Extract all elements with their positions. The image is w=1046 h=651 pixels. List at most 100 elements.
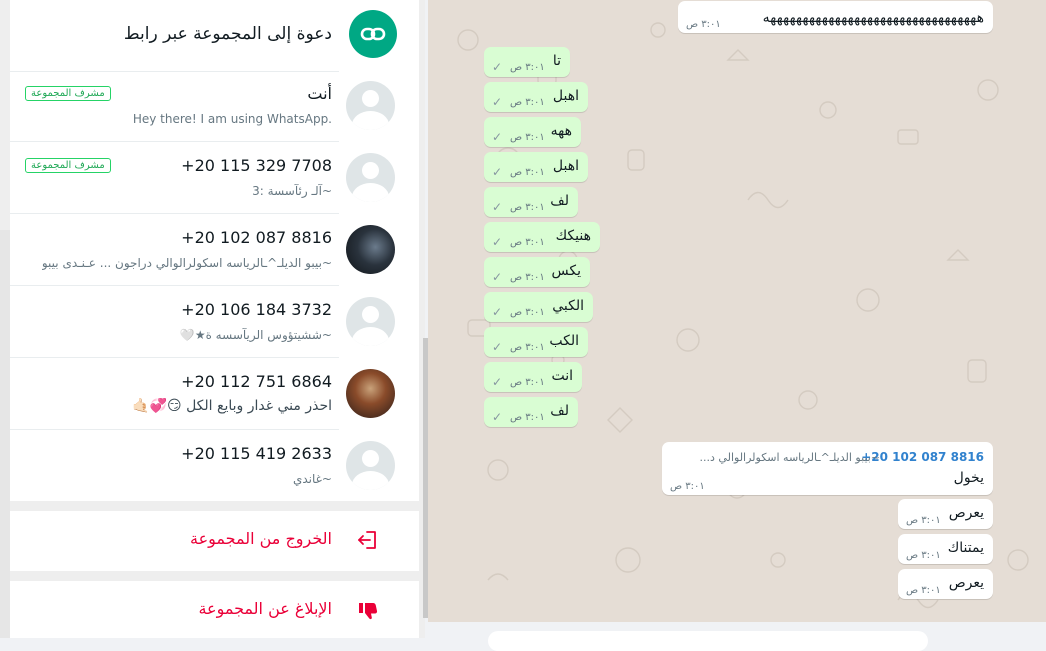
participant-status: ~ششيتؤوس الريآسسه ة★🤍 xyxy=(179,328,332,342)
message-time: ٣:٠١ ص xyxy=(510,202,545,213)
outgoing-message[interactable]: لف ٣:٠١ ص ✓ xyxy=(484,187,578,217)
message-time: ٣:٠١ ص xyxy=(510,342,545,353)
default-avatar xyxy=(346,81,395,130)
message-time: ٣:٠١ ص xyxy=(510,132,545,143)
participant-name: +20 112 751 6864 xyxy=(181,372,332,391)
message-text: يخول xyxy=(953,470,984,486)
group-admin-badge: مشرف المجموعة xyxy=(25,86,111,101)
outgoing-message[interactable]: تا ٣:٠١ ص ✓ xyxy=(484,47,570,77)
invite-via-link-label: دعوة إلى المجموعة عبر رابط xyxy=(123,24,332,44)
message-time: ٣:٠١ ص xyxy=(510,97,545,108)
message-time: ٣:٠١ ص xyxy=(670,481,705,492)
sent-check-icon: ✓ xyxy=(492,130,503,144)
message-text: لف xyxy=(550,193,569,209)
participant-name: +20 106 184 3732 xyxy=(181,300,332,319)
panel-gutter xyxy=(0,230,10,638)
message-time: ٣:٠١ ص xyxy=(906,515,941,526)
participant-name: +20 115 419 2633 xyxy=(181,444,332,463)
incoming-message[interactable]: يعرص ٣:٠١ ص xyxy=(898,569,993,599)
participant-name: +20 102 087 8816 xyxy=(181,228,332,247)
profile-photo xyxy=(346,369,395,418)
sender-alias: ~بيبو الديلـ^ـالرياسه اسكولرالوالي د... xyxy=(699,451,880,464)
exit-group-label: الخروج من المجموعة xyxy=(190,529,332,548)
participant-status: Hey there! I am using WhatsApp. xyxy=(132,112,332,126)
message-text: هههههههههههههههههههههههههههههههههه xyxy=(762,10,984,26)
participant-name: أنت xyxy=(307,84,332,103)
participant-row[interactable]: +20 115 329 7708 ~آلـ رئآسسة :3 مشرف الم… xyxy=(10,142,419,214)
message-time: ٣:٠١ ص xyxy=(906,585,941,596)
sent-check-icon: ✓ xyxy=(492,95,503,109)
participant-row[interactable]: +20 115 419 2633 ~غاندي xyxy=(10,430,419,502)
message-time: ٣:٠١ ص xyxy=(510,237,545,248)
message-time: ٣:٠١ ص xyxy=(510,272,545,283)
sent-check-icon: ✓ xyxy=(492,340,503,354)
outgoing-message[interactable]: اهبل ٣:٠١ ص ✓ xyxy=(484,82,588,112)
default-avatar xyxy=(346,441,395,490)
outgoing-message[interactable]: الكبي ٣:٠١ ص ✓ xyxy=(484,292,593,322)
message-time: ٣:٠١ ص xyxy=(510,377,545,388)
outgoing-message[interactable]: ههه ٣:٠١ ص ✓ xyxy=(484,117,581,147)
composer-bar xyxy=(428,622,1046,651)
message-time: ٣:٠١ ص xyxy=(686,19,721,30)
incoming-message[interactable]: +20 102 087 8816 ~بيبو الديلـ^ـالرياسه ا… xyxy=(662,442,993,495)
group-admin-badge: مشرف المجموعة xyxy=(25,158,111,173)
message-text: اهبل xyxy=(552,158,579,174)
message-text: ههه xyxy=(550,123,572,139)
message-text: الكب xyxy=(549,333,579,349)
exit-group-button[interactable]: الخروج من المجموعة xyxy=(10,511,419,571)
participants-card: دعوة إلى المجموعة عبر رابط أنت Hey there… xyxy=(10,0,419,501)
message-time: ٣:٠١ ص xyxy=(906,550,941,561)
participant-row[interactable]: +20 102 087 8816 ~بيبو الديلـ^ـالرياسه ا… xyxy=(10,214,419,286)
sent-check-icon: ✓ xyxy=(492,235,503,249)
message-text: هنيكك xyxy=(555,228,591,244)
outgoing-message[interactable]: الكب ٣:٠١ ص ✓ xyxy=(484,327,588,357)
sent-check-icon: ✓ xyxy=(492,60,503,74)
invite-via-link-row[interactable]: دعوة إلى المجموعة عبر رابط xyxy=(10,0,419,72)
report-group-button[interactable]: الإبلاغ عن المجموعة xyxy=(10,581,419,638)
message-text: تا xyxy=(552,53,561,69)
message-time: ٣:٠١ ص xyxy=(510,62,545,73)
group-info-panel: دعوة إلى المجموعة عبر رابط أنت Hey there… xyxy=(0,0,428,638)
participant-status: ~غاندي xyxy=(292,472,332,486)
participant-status: ~آلـ رئآسسة :3 xyxy=(252,184,332,198)
sent-check-icon: ✓ xyxy=(492,200,503,214)
default-avatar xyxy=(346,153,395,202)
sent-check-icon: ✓ xyxy=(492,305,503,319)
outgoing-message[interactable]: انت ٣:٠١ ص ✓ xyxy=(484,362,582,392)
outgoing-message[interactable]: لف ٣:٠١ ص ✓ xyxy=(484,397,578,427)
participant-status: احذر مني غدار وبايع الكل 😏💞🤙🏻 xyxy=(132,398,332,414)
participant-row[interactable]: +20 112 751 6864 احذر مني غدار وبايع الك… xyxy=(10,358,419,430)
message-time: ٣:٠١ ص xyxy=(510,307,545,318)
message-time: ٣:٠١ ص xyxy=(510,412,545,423)
sent-check-icon: ✓ xyxy=(492,270,503,284)
message-text: يمتناك xyxy=(947,540,984,556)
message-text: لف xyxy=(550,403,569,419)
participant-name: +20 115 329 7708 xyxy=(181,156,332,175)
chat-conversation[interactable]: هههههههههههههههههههههههههههههههههه ٣:٠١ … xyxy=(428,0,1046,622)
message-text: يكس xyxy=(551,263,581,279)
thumbs-down-icon xyxy=(357,599,379,621)
report-group-label: الإبلاغ عن المجموعة xyxy=(198,599,332,618)
message-text: اهبل xyxy=(552,88,579,104)
default-avatar xyxy=(346,297,395,346)
participant-row[interactable]: أنت Hey there! I am using WhatsApp. مشرف… xyxy=(10,70,419,142)
sent-check-icon: ✓ xyxy=(492,375,503,389)
outgoing-message[interactable]: اهبل ٣:٠١ ص ✓ xyxy=(484,152,588,182)
outgoing-message[interactable]: يكس ٣:٠١ ص ✓ xyxy=(484,257,590,287)
message-time: ٣:٠١ ص xyxy=(510,167,545,178)
incoming-message[interactable]: يمتناك ٣:٠١ ص xyxy=(898,534,993,564)
message-text: يعرص xyxy=(948,575,984,591)
outgoing-message[interactable]: هنيكك ٣:٠١ ص ✓ xyxy=(484,222,600,252)
participant-row[interactable]: +20 106 184 3732 ~ششيتؤوس الريآسسه ة★🤍 xyxy=(10,286,419,358)
sent-check-icon: ✓ xyxy=(492,165,503,179)
message-text: الكبي xyxy=(552,298,584,314)
incoming-message[interactable]: يعرص ٣:٠١ ص xyxy=(898,499,993,529)
exit-icon xyxy=(357,529,379,551)
incoming-message[interactable]: هههههههههههههههههههههههههههههههههه ٣:٠١ … xyxy=(678,1,993,33)
link-icon xyxy=(349,10,397,58)
profile-photo xyxy=(346,225,395,274)
message-text: يعرص xyxy=(948,505,984,521)
message-text: انت xyxy=(551,368,573,384)
message-input[interactable] xyxy=(488,631,928,651)
participant-status: ~بيبو الديلـ^ـالرياسه اسكولرالوالي دراجو… xyxy=(41,256,332,270)
